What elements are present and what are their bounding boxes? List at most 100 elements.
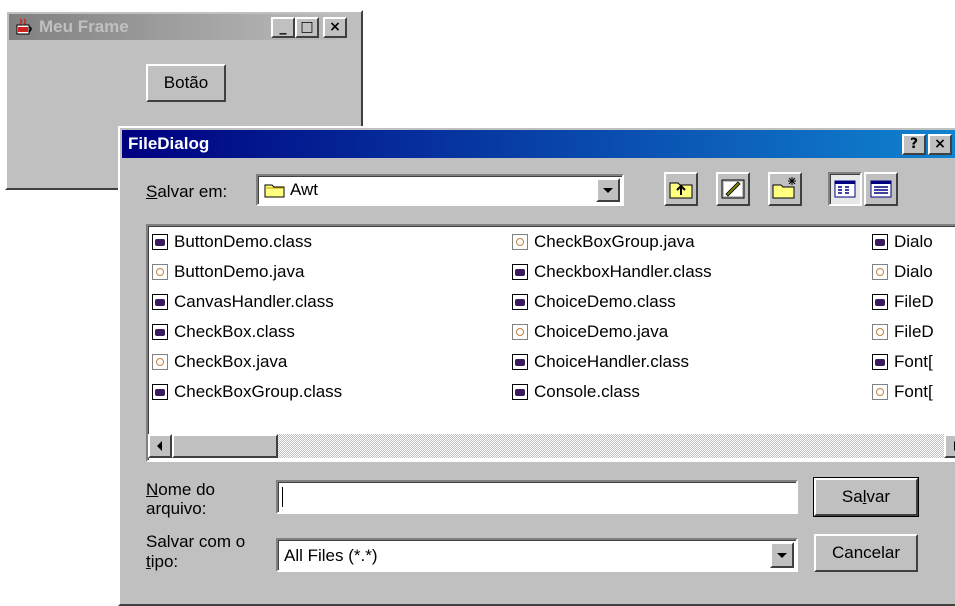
up-folder-button[interactable] [664, 172, 698, 206]
java-file-icon [872, 384, 888, 400]
file-name: ChoiceHandler.class [534, 352, 689, 371]
cancel-button[interactable]: Cancelar [814, 534, 918, 572]
cancel-button-label: Cancelar [831, 543, 901, 562]
botao-button-label: Botão [163, 73, 209, 92]
file-name: Font[ [894, 352, 933, 371]
file-list-item[interactable]: CheckBox.class [152, 320, 295, 344]
details-view-button[interactable] [864, 172, 898, 206]
scroll-thumb[interactable] [172, 434, 278, 458]
botao-button[interactable]: Botão [146, 64, 226, 102]
class-file-icon [512, 384, 528, 400]
save-in-dropdown-button[interactable] [596, 178, 620, 202]
minimize-icon: _ [279, 19, 287, 35]
folder-icon [264, 182, 286, 198]
filetype-dropdown[interactable]: All Files (*.*) [276, 538, 798, 572]
file-list-item[interactable]: CheckBoxGroup.java [512, 230, 695, 254]
file-name: CheckBox.java [174, 352, 288, 371]
new-folder-icon [772, 177, 796, 199]
scroll-left-button[interactable] [148, 434, 172, 458]
meu-frame-title: Meu Frame [39, 17, 129, 36]
help-icon: ? [909, 136, 919, 152]
file-list-item[interactable]: CheckBox.java [152, 350, 287, 374]
save-in-value: Awt [290, 180, 319, 199]
filetype-value: All Files (*.*) [284, 546, 378, 565]
scroll-right-button[interactable] [944, 434, 955, 458]
list-view-button[interactable] [828, 172, 862, 206]
file-name: Dialo [894, 232, 933, 251]
file-name: FileD [894, 292, 934, 311]
file-list-item[interactable]: Console.class [512, 380, 640, 404]
class-file-icon [512, 264, 528, 280]
desktop-icon [721, 179, 745, 199]
dialog-close-button[interactable]: × [928, 134, 952, 155]
file-name: Dialo [894, 262, 933, 281]
class-file-icon [512, 294, 528, 310]
file-name: ButtonDemo.class [174, 232, 312, 251]
file-name: ChoiceDemo.java [534, 322, 669, 341]
file-list-item[interactable]: CanvasHandler.class [152, 290, 334, 314]
file-dialog-titlebar[interactable]: FileDialog ? × [122, 130, 955, 158]
chevron-down-icon [603, 188, 613, 193]
file-list-item[interactable]: FileD [872, 320, 934, 344]
text-cursor [282, 487, 283, 507]
filename-label: Nome do arquivo: [146, 480, 215, 518]
new-folder-button[interactable] [768, 172, 802, 206]
chevron-down-icon [777, 553, 787, 558]
save-in-dropdown[interactable]: Awt [256, 174, 624, 206]
close-button[interactable]: × [323, 17, 347, 38]
file-list-item[interactable]: CheckBoxGroup.class [152, 380, 342, 404]
file-name: FileD [894, 322, 934, 341]
horizontal-scrollbar[interactable] [148, 434, 955, 458]
file-list[interactable]: ButtonDemo.class ButtonDemo.java CanvasHan… [146, 224, 955, 462]
save-in-label: Salvar em: [146, 182, 228, 201]
file-name: CheckboxHandler.class [534, 262, 712, 281]
file-name: Font[ [894, 382, 933, 401]
file-list-item[interactable]: ChoiceHandler.class [512, 350, 689, 374]
file-list-item[interactable]: Dialo [872, 230, 933, 254]
maximize-icon: □ [300, 19, 314, 35]
class-file-icon [872, 354, 888, 370]
file-list-item[interactable]: ChoiceDemo.class [512, 290, 676, 314]
minimize-button[interactable]: _ [271, 17, 295, 38]
java-file-icon [152, 354, 168, 370]
help-button[interactable]: ? [902, 134, 926, 155]
file-name: CheckBoxGroup.class [174, 382, 343, 401]
file-list-items: ButtonDemo.class ButtonDemo.java CanvasHan… [148, 226, 955, 432]
close-icon: × [329, 19, 341, 35]
file-dialog-title: FileDialog [128, 134, 210, 153]
arrow-left-icon [157, 441, 162, 451]
class-file-icon [872, 234, 888, 250]
save-button-label: Salvar [841, 487, 891, 506]
class-file-icon [512, 354, 528, 370]
file-name: CheckBoxGroup.java [534, 232, 695, 251]
save-button[interactable]: Salvar [813, 477, 919, 517]
filetype-dropdown-button[interactable] [770, 542, 794, 568]
class-file-icon [152, 384, 168, 400]
file-name: ChoiceDemo.class [534, 292, 676, 311]
java-file-icon [512, 324, 528, 340]
class-file-icon [872, 294, 888, 310]
java-file-icon [872, 324, 888, 340]
java-file-icon [152, 264, 168, 280]
filename-input[interactable] [276, 480, 798, 514]
file-list-item[interactable]: ButtonDemo.java [152, 260, 304, 284]
file-list-item[interactable]: ButtonDemo.class [152, 230, 312, 254]
meu-frame-titlebar[interactable]: Meu Frame _ □ × [9, 14, 359, 40]
java-file-icon [512, 234, 528, 250]
file-list-item[interactable]: CheckboxHandler.class [512, 260, 712, 284]
java-file-icon [872, 264, 888, 280]
file-list-item[interactable]: FileD [872, 290, 934, 314]
list-view-icon [834, 180, 856, 198]
class-file-icon [152, 294, 168, 310]
class-file-icon [152, 324, 168, 340]
maximize-button[interactable]: □ [295, 17, 319, 38]
up-folder-icon [669, 182, 693, 199]
file-list-item[interactable]: Font[ [872, 380, 933, 404]
file-list-item[interactable]: ChoiceDemo.java [512, 320, 668, 344]
file-list-item[interactable]: Dialo [872, 260, 933, 284]
desktop-button[interactable] [716, 172, 750, 206]
details-view-icon [870, 180, 892, 198]
arrow-right-icon [954, 441, 955, 451]
java-cup-icon[interactable] [14, 17, 34, 37]
file-list-item[interactable]: Font[ [872, 350, 933, 374]
